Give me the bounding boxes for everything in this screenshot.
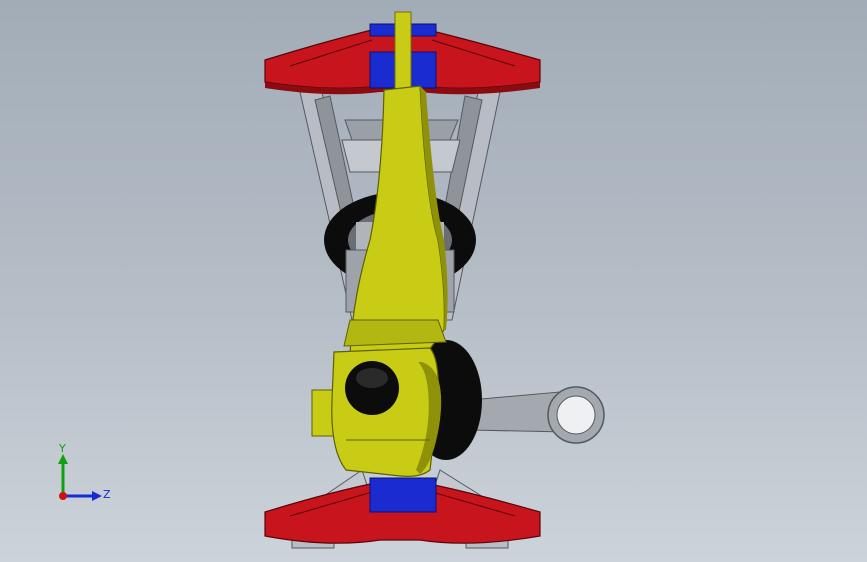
z-axis-arrow-icon xyxy=(63,491,102,501)
model-viewport[interactable] xyxy=(0,0,867,562)
y-axis-arrow-icon xyxy=(58,454,68,496)
z-axis-label: Z xyxy=(103,488,111,501)
y-axis-label: Y xyxy=(58,442,66,455)
grey-lever xyxy=(469,386,605,444)
x-axis-origin-icon xyxy=(59,492,67,500)
coordinate-triad: Y Z xyxy=(48,440,118,510)
lever-ring-hole xyxy=(556,395,596,435)
blue-bottom-block xyxy=(369,477,437,513)
yellow-clamp xyxy=(311,347,442,477)
